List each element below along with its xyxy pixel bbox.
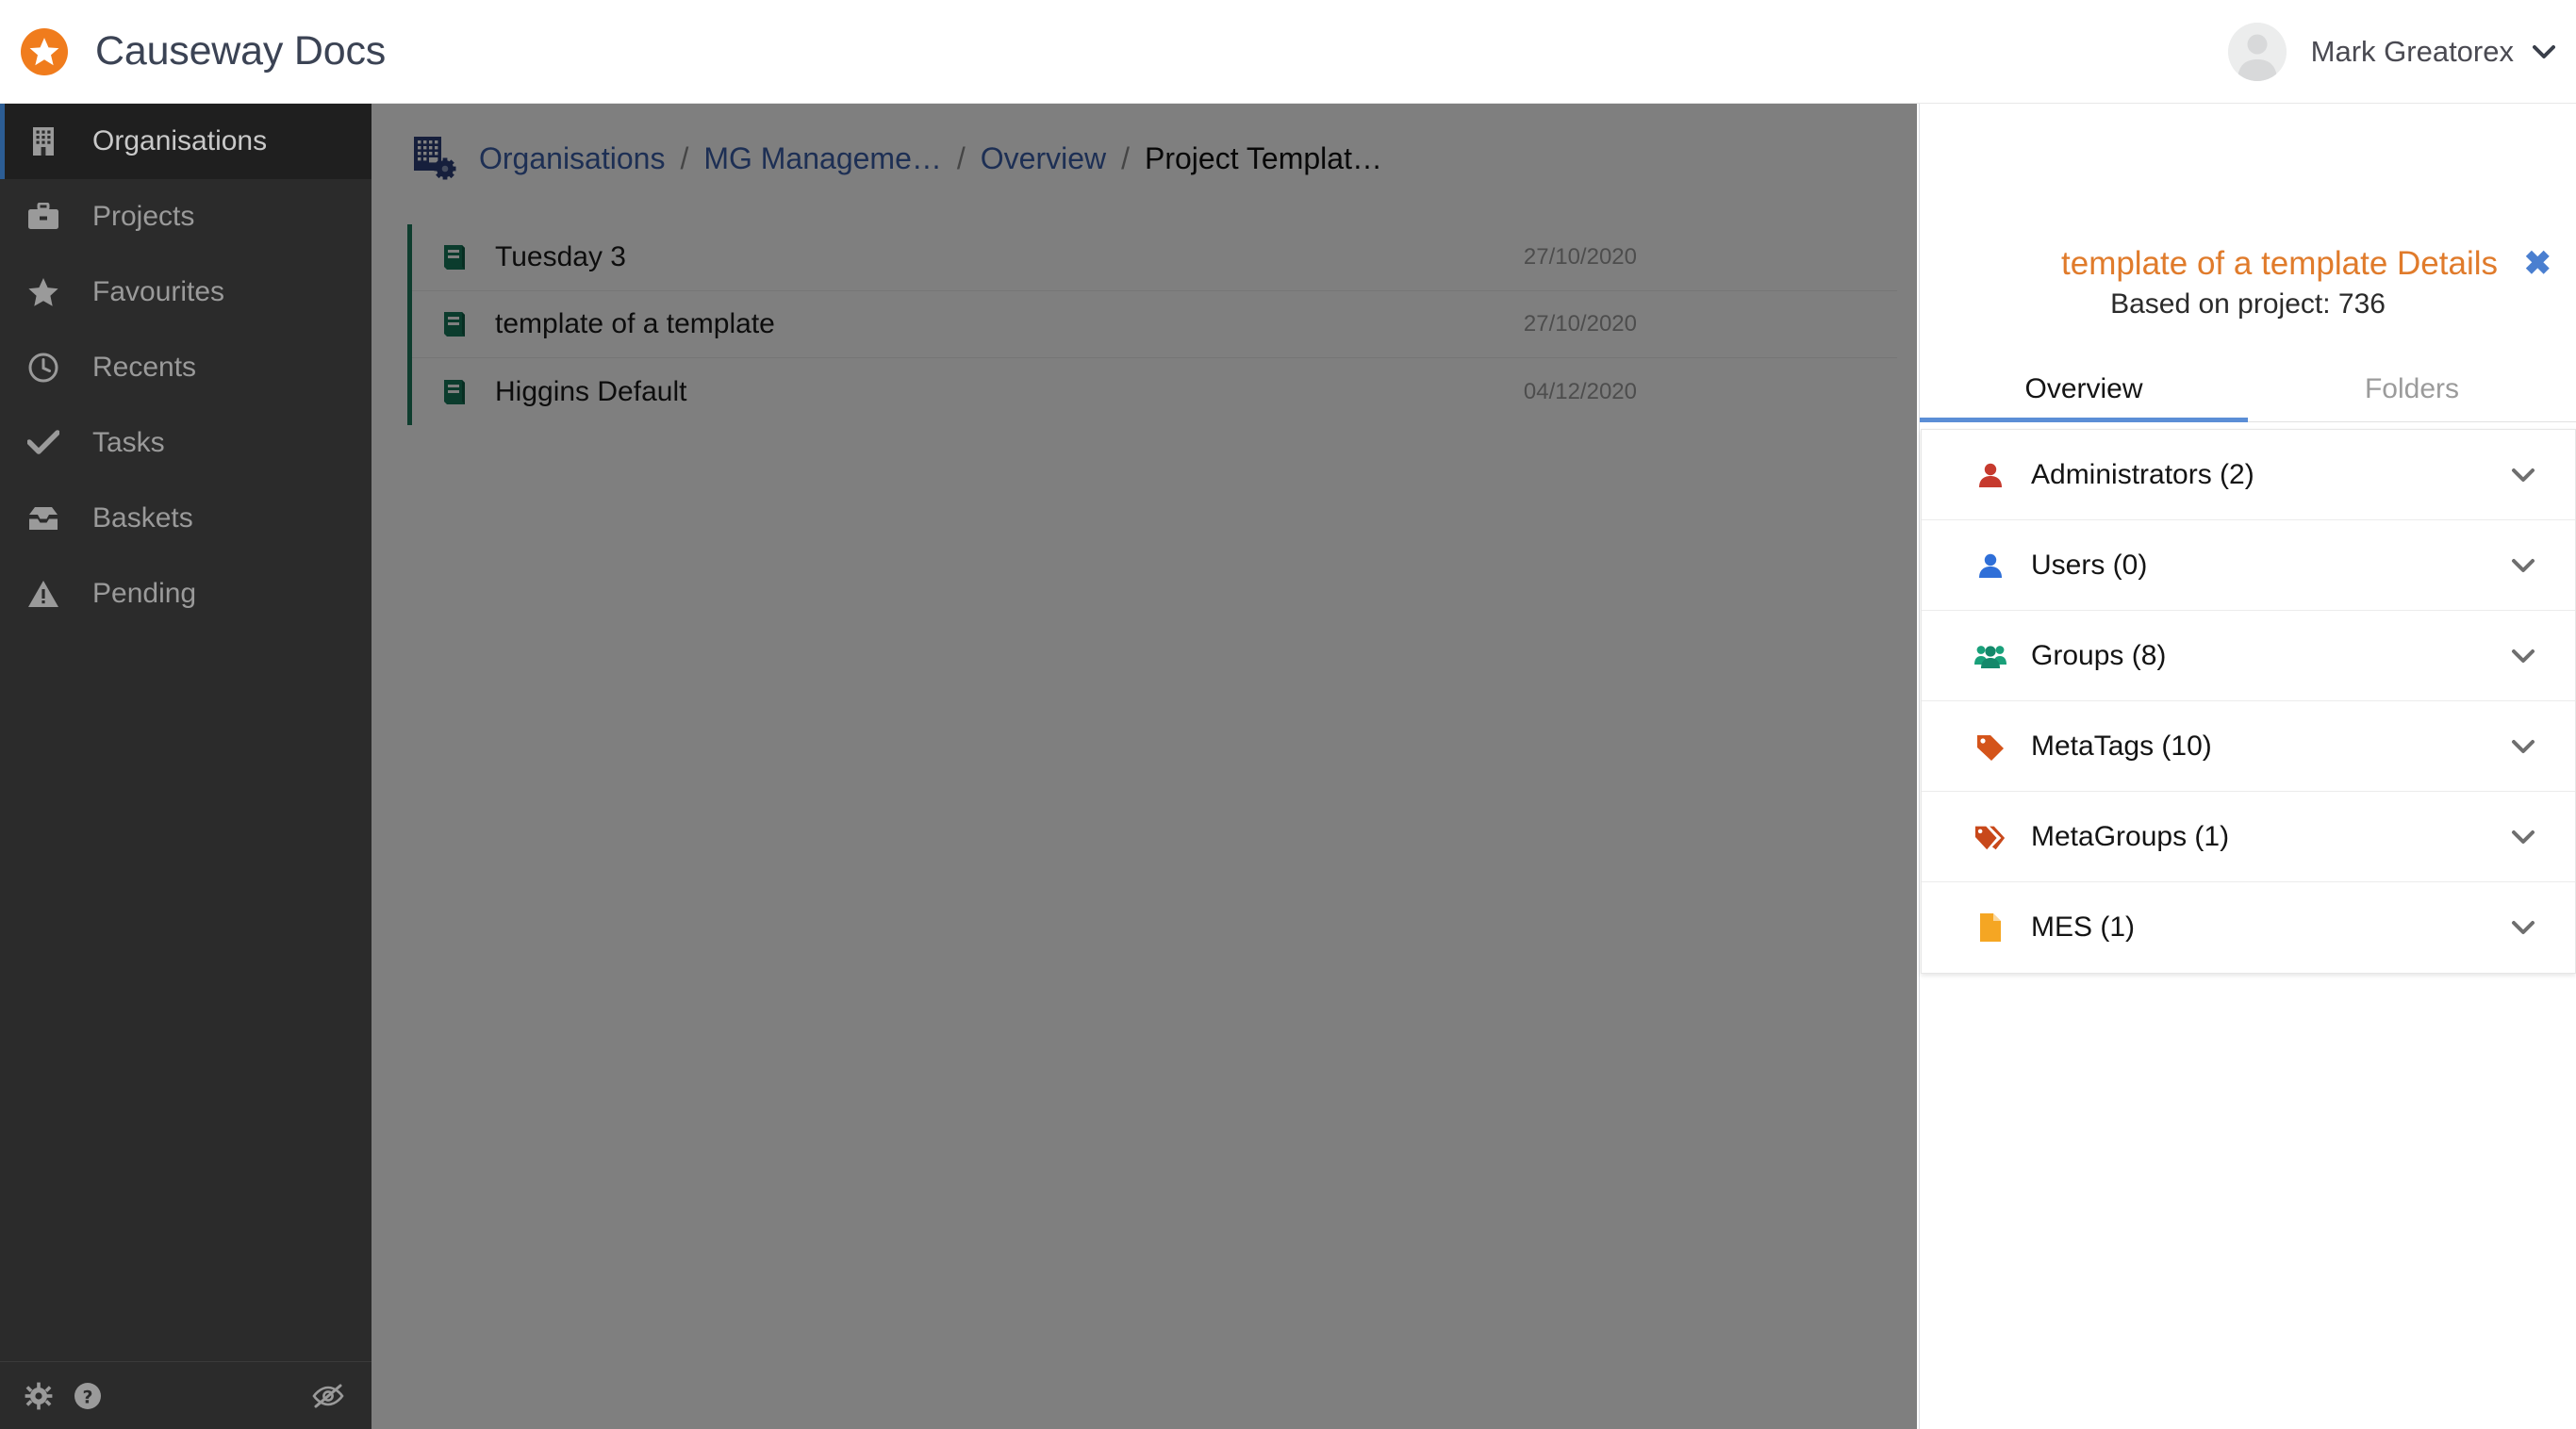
tags-icon bbox=[1974, 823, 2006, 851]
file-icon bbox=[1974, 912, 2006, 943]
chevron-down-icon[interactable] bbox=[2511, 468, 2535, 483]
users-group-icon bbox=[1974, 642, 2006, 670]
accordion-label: Users (0) bbox=[2031, 549, 2148, 581]
user-menu[interactable]: Mark Greatorex bbox=[2227, 0, 2555, 104]
check-icon bbox=[23, 430, 64, 456]
accordion-label: MES (1) bbox=[2031, 912, 2136, 943]
chevron-down-icon[interactable] bbox=[2533, 44, 2555, 59]
accordion-label: Administrators (2) bbox=[2031, 458, 2254, 490]
briefcase-icon bbox=[23, 203, 64, 231]
sidebar-item-baskets[interactable]: Baskets bbox=[0, 481, 372, 556]
accordion-row-users[interactable]: Users (0) bbox=[1922, 520, 2575, 611]
accordion-row-metatags[interactable]: MetaTags (10) bbox=[1922, 701, 2575, 792]
question-circle-icon[interactable]: ? bbox=[74, 1382, 102, 1410]
details-panel: template of a template Details ✖ Based o… bbox=[1919, 104, 2576, 1429]
clock-icon bbox=[23, 353, 64, 383]
sidebar-item-organisations[interactable]: Organisations bbox=[0, 104, 372, 179]
sidebar-item-projects[interactable]: Projects bbox=[0, 179, 372, 255]
star-circle-logo bbox=[21, 27, 68, 75]
sidebar: Organisations Projects Favourites Recent… bbox=[0, 104, 372, 1429]
top-bar: Causeway Docs Mark Greatorex bbox=[0, 0, 2576, 104]
app-title: Causeway Docs bbox=[95, 28, 387, 74]
sidebar-footer: ? bbox=[0, 1361, 372, 1429]
based-on-project: Based on project: 736 bbox=[2110, 288, 2386, 320]
sidebar-item-tasks[interactable]: Tasks bbox=[0, 405, 372, 481]
close-icon[interactable]: ✖ bbox=[2524, 247, 2551, 280]
sidebar-item-label: Pending bbox=[92, 578, 197, 609]
accordion-label: Groups (8) bbox=[2031, 639, 2167, 671]
star-icon bbox=[23, 277, 64, 307]
chevron-down-icon[interactable] bbox=[2511, 920, 2535, 935]
content-column: Organisations / MG Manageme… / Overview … bbox=[372, 104, 1917, 1429]
accordion-row-metagroups[interactable]: MetaGroups (1) bbox=[1922, 792, 2575, 882]
chevron-down-icon[interactable] bbox=[2511, 829, 2535, 845]
accordion-row-groups[interactable]: Groups (8) bbox=[1922, 611, 2575, 701]
chevron-down-icon[interactable] bbox=[2511, 739, 2535, 754]
svg-text:?: ? bbox=[82, 1387, 92, 1407]
sidebar-item-label: Baskets bbox=[92, 502, 193, 534]
sidebar-item-label: Organisations bbox=[92, 125, 268, 156]
warning-triangle-icon bbox=[23, 580, 64, 608]
user-red-icon bbox=[1974, 461, 2006, 489]
gear-icon[interactable] bbox=[25, 1382, 53, 1410]
sidebar-item-label: Tasks bbox=[92, 427, 165, 458]
avatar bbox=[2227, 23, 2287, 81]
sidebar-item-label: Recents bbox=[92, 352, 197, 383]
tab-overview[interactable]: Overview bbox=[1920, 358, 2248, 422]
inbox-icon bbox=[23, 506, 64, 531]
accordion-row-mes[interactable]: MES (1) bbox=[1922, 882, 2575, 973]
sidebar-item-favourites[interactable]: Favourites bbox=[0, 255, 372, 330]
sidebar-item-label: Projects bbox=[92, 201, 195, 232]
tag-icon bbox=[1974, 732, 2006, 761]
overview-accordion: Administrators (2) Users (0) Groups (8) … bbox=[1921, 429, 2576, 974]
accordion-label: MetaGroups (1) bbox=[2031, 820, 2230, 852]
sidebar-item-pending[interactable]: Pending bbox=[0, 556, 372, 632]
chevron-down-icon[interactable] bbox=[2511, 558, 2535, 573]
modal-dim-overlay[interactable] bbox=[372, 104, 1917, 1429]
panel-tabs: Overview Folders bbox=[1920, 358, 2576, 422]
sidebar-item-recents[interactable]: Recents bbox=[0, 330, 372, 405]
building-icon bbox=[23, 126, 64, 156]
accordion-row-administrators[interactable]: Administrators (2) bbox=[1922, 430, 2575, 520]
accordion-label: MetaTags (10) bbox=[2031, 730, 2212, 762]
user-blue-icon bbox=[1974, 551, 2006, 580]
eye-slash-icon[interactable] bbox=[311, 1384, 345, 1408]
page-title: template of a template Details bbox=[2061, 245, 2499, 282]
sidebar-item-label: Favourites bbox=[92, 276, 225, 307]
user-name: Mark Greatorex bbox=[2310, 35, 2514, 68]
brand[interactable]: Causeway Docs bbox=[21, 27, 387, 75]
tab-folders[interactable]: Folders bbox=[2248, 358, 2576, 421]
chevron-down-icon[interactable] bbox=[2511, 649, 2535, 664]
